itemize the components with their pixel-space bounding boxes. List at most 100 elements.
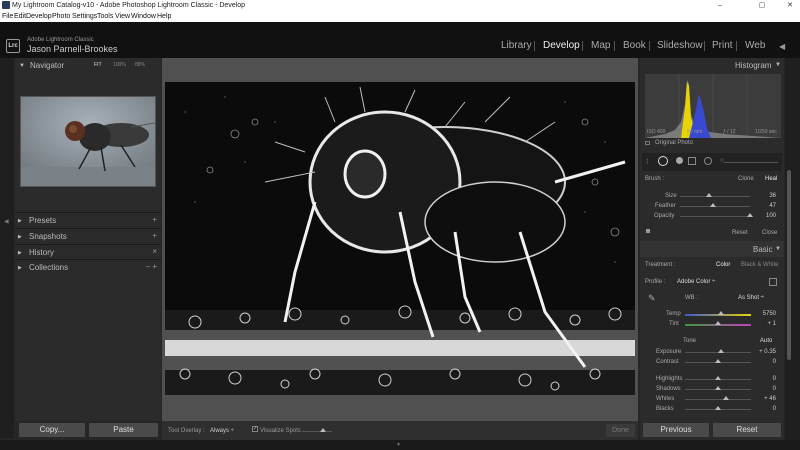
brush-toggle-switch[interactable] (646, 229, 650, 233)
right-panel-scrollbar[interactable] (787, 170, 791, 360)
blacks-value[interactable]: 0 (756, 406, 776, 412)
done-button[interactable]: Done (606, 424, 635, 437)
copy-button[interactable]: Copy... (19, 423, 85, 437)
snapshots-section[interactable]: ▶ Snapshots + (15, 228, 161, 243)
graduated-filter-icon[interactable] (688, 157, 696, 165)
menu-develop[interactable]: Develop (26, 11, 52, 22)
brush-feather-knob[interactable] (709, 203, 716, 207)
presets-section[interactable]: ▶ Presets + (15, 212, 161, 227)
left-panel-edge[interactable]: ◀ (0, 58, 14, 438)
menu-tools[interactable]: Tools (97, 11, 113, 22)
brush-opacity-slider[interactable] (680, 216, 750, 217)
module-book[interactable]: Book (623, 40, 646, 51)
exposure-value[interactable]: + 0.35 (756, 349, 776, 355)
red-eye-icon[interactable] (676, 157, 683, 164)
brush-size-slider[interactable] (680, 196, 750, 197)
fly-visualize-spots-image (165, 82, 635, 395)
tint-value[interactable]: + 1 (756, 321, 776, 327)
tool-strip-slider[interactable] (724, 162, 778, 163)
menu-file[interactable]: File (2, 11, 13, 22)
histogram-iso: ISO 400 (647, 129, 666, 135)
spot-removal-icon[interactable] (658, 156, 668, 166)
clear-history-icon[interactable]: × (152, 247, 157, 256)
module-picker-arrow[interactable]: ◀ (779, 42, 785, 51)
brush-reset-button[interactable]: Reset (732, 230, 748, 236)
photo-canvas[interactable] (165, 82, 635, 395)
whites-knob[interactable] (722, 396, 729, 400)
contrast-value[interactable]: 0 (756, 359, 776, 365)
profile-select[interactable]: Adobe Color ÷ (677, 279, 715, 285)
visualize-spots-knob[interactable] (320, 428, 326, 432)
filmstrip-edge[interactable]: ▼ (0, 440, 800, 450)
histogram-toggle-icon[interactable]: ▼ (775, 62, 781, 68)
blacks-knob[interactable] (715, 406, 721, 410)
menu-help[interactable]: Help (157, 11, 171, 22)
whites-value[interactable]: + 46 (756, 396, 776, 402)
module-web[interactable]: Web (745, 40, 765, 51)
temp-knob[interactable] (718, 311, 725, 315)
maximize-button[interactable]: ▢ (755, 0, 769, 11)
temp-value[interactable]: 5750 (756, 311, 776, 317)
brush-clone[interactable]: Clone (738, 176, 754, 182)
wb-eyedropper-icon[interactable]: ✎ (648, 293, 656, 304)
brush-opacity-value[interactable]: 100 (756, 213, 776, 219)
previous-button[interactable]: Previous (643, 423, 709, 437)
brush-close-button[interactable]: Close (762, 230, 777, 236)
brush-size-knob[interactable] (706, 193, 713, 197)
tint-knob[interactable] (715, 321, 721, 325)
collections-section[interactable]: ▶ Collections – + (15, 259, 161, 274)
collection-actions-icon[interactable]: – + (146, 262, 157, 271)
tone-auto-button[interactable]: Auto (760, 338, 772, 344)
treatment-bw[interactable]: Black & White (741, 262, 778, 268)
visualize-spots-checkbox[interactable]: ✓ (252, 426, 258, 432)
zoom-88[interactable]: 88% (135, 62, 145, 68)
brush-opacity-knob[interactable] (747, 213, 753, 217)
basic-toggle-icon[interactable]: ▼ (775, 246, 781, 252)
navigator-preview[interactable] (20, 96, 156, 187)
wb-select[interactable]: As Shot ÷ (738, 295, 764, 301)
zoom-fit[interactable]: FIT (94, 62, 102, 68)
brush-feather-value[interactable]: 47 (756, 203, 776, 209)
minimize-button[interactable]: – (713, 0, 727, 11)
profile-browser-icon[interactable] (769, 278, 777, 286)
menu-view[interactable]: View (115, 11, 130, 22)
tool-overlay-select[interactable]: Always ÷ (210, 428, 234, 434)
treatment-color[interactable]: Color (716, 262, 730, 268)
module-map[interactable]: Map (591, 40, 610, 51)
module-develop[interactable]: Develop (543, 40, 580, 51)
highlights-knob[interactable] (715, 376, 721, 380)
menu-edit[interactable]: Edit (14, 11, 26, 22)
add-preset-icon[interactable]: + (152, 215, 157, 224)
paste-button[interactable]: Paste (89, 423, 158, 437)
module-slideshow[interactable]: Slideshow (657, 40, 703, 51)
close-window-button[interactable]: ✕ (783, 0, 797, 11)
reset-button[interactable]: Reset (713, 423, 781, 437)
visualize-spots-slider[interactable] (302, 431, 332, 432)
zoom-100[interactable]: 100% (113, 62, 126, 68)
module-library[interactable]: Library (501, 40, 532, 51)
menu-window[interactable]: Window (131, 11, 156, 22)
radial-filter-icon[interactable] (704, 157, 712, 165)
shadows-knob[interactable] (715, 386, 721, 390)
crop-tool-icon[interactable]: ⁝ (646, 157, 649, 166)
brush-size-value[interactable]: 36 (756, 193, 776, 199)
histogram-shutter: 1/250 sec (755, 129, 777, 135)
module-separator (614, 41, 615, 51)
tool-overlay-label: Tool Overlay : (168, 428, 205, 434)
navigator-toggle-icon[interactable]: ▼ (19, 63, 25, 69)
contrast-knob[interactable] (715, 359, 721, 363)
whites-slider[interactable] (685, 399, 751, 400)
shadows-value[interactable]: 0 (756, 386, 776, 392)
collapse-left-icon[interactable]: ◀ (4, 218, 9, 225)
add-snapshot-icon[interactable]: + (152, 231, 157, 240)
menu-photo[interactable]: Photo (52, 11, 70, 22)
expand-filmstrip-icon[interactable]: ▼ (396, 442, 401, 448)
blacks-label: Blacks (656, 406, 674, 412)
highlights-value[interactable]: 0 (756, 376, 776, 382)
brush-heal[interactable]: Heal (765, 176, 777, 182)
history-section[interactable]: ▶ History × (15, 244, 161, 259)
menu-settings[interactable]: Settings (72, 11, 97, 22)
module-print[interactable]: Print (712, 40, 733, 51)
section-label: Snapshots (29, 232, 67, 241)
exposure-knob[interactable] (717, 349, 724, 353)
